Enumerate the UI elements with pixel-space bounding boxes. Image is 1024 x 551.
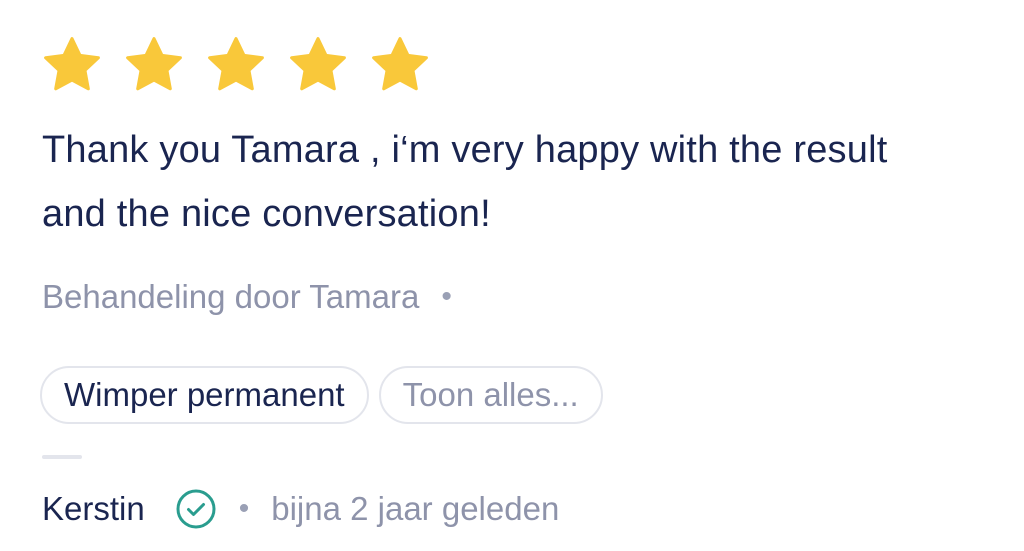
separator-dot: • [441,280,452,313]
treatment-text: Behandeling door Tamara [42,278,420,315]
show-all-button[interactable]: Toon alles... [378,366,603,424]
divider [42,455,82,459]
tag-wimper-permanent[interactable]: Wimper permanent [40,366,369,424]
treatment-info: Behandeling door Tamara • [42,278,452,316]
review-date: bijna 2 jaar geleden [271,490,560,527]
star-icon [122,34,204,96]
author-name: Kerstin [42,490,145,527]
star-icon [286,34,368,96]
star-icon [368,34,450,96]
author-row: Kerstin • bijna 2 jaar geleden [42,482,559,536]
review-card: Thank you Tamara , i‘m very happy with t… [0,0,1024,551]
star-icon [204,34,286,96]
check-circle-icon [175,488,217,530]
star-icon [40,34,122,96]
star-rating [40,34,450,96]
separator-dot: • [238,492,250,525]
service-tags: Wimper permanent Toon alles... [40,366,603,424]
review-comment: Thank you Tamara , i‘m very happy with t… [42,129,888,235]
